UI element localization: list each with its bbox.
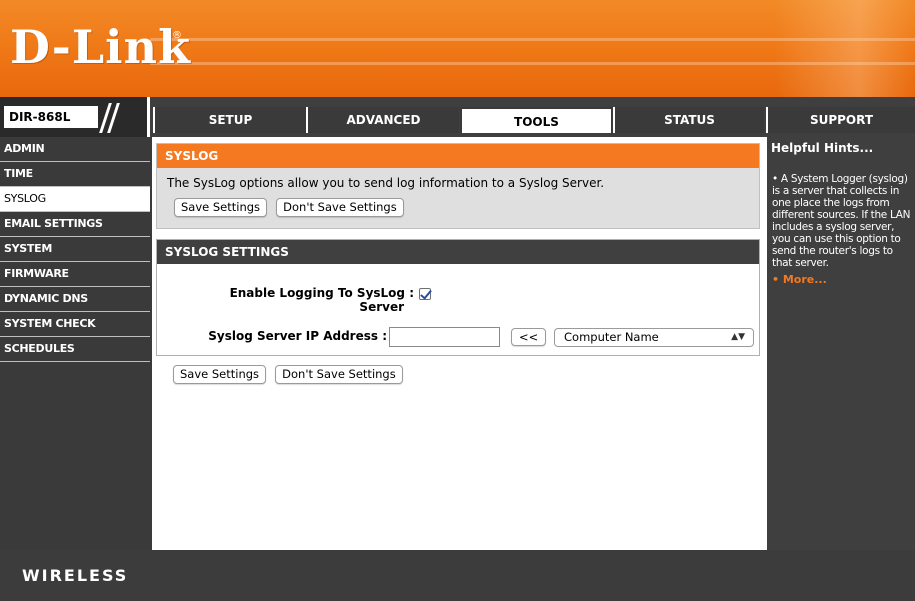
enable-logging-label: Enable Logging To SysLog : Server bbox=[177, 286, 414, 314]
syslog-ip-label: Syslog Server IP Address : bbox=[208, 329, 387, 343]
hints-more-link[interactable]: • More... bbox=[767, 269, 915, 286]
header-banner: D-Link ® bbox=[0, 0, 915, 97]
top-button-group: Save Settings Don't Save Settings bbox=[157, 196, 759, 217]
model-label: DIR-868L bbox=[4, 106, 98, 128]
model-box: DIR-868L bbox=[0, 97, 150, 137]
helpful-hints-panel: Helpful Hints... • A System Logger (sysl… bbox=[764, 137, 915, 550]
sidebar: ADMIN TIME SYSLOG EMAIL SETTINGS SYSTEM … bbox=[0, 137, 152, 550]
computer-name-select-value: Computer Name bbox=[564, 330, 659, 344]
select-arrows-icon: ▲▼ bbox=[731, 332, 745, 342]
tab-status[interactable]: STATUS bbox=[613, 107, 764, 133]
tab-advanced[interactable]: ADVANCED bbox=[306, 107, 459, 133]
computer-name-select[interactable]: Computer Name ▲▼ bbox=[554, 328, 754, 347]
syslog-description: The SysLog options allow you to send log… bbox=[167, 176, 605, 190]
enable-logging-label-line2: Server bbox=[359, 300, 404, 314]
sidebar-item-firmware[interactable]: FIRMWARE bbox=[0, 262, 150, 287]
enable-logging-label-line1: Enable Logging To SysLog : bbox=[229, 286, 414, 300]
syslog-title: SYSLOG bbox=[157, 144, 759, 168]
syslog-settings-title: SYSLOG SETTINGS bbox=[157, 240, 759, 264]
syslog-panel: SYSLOG The SysLog options allow you to s… bbox=[156, 143, 760, 229]
save-settings-button-bottom[interactable]: Save Settings bbox=[173, 365, 267, 384]
enable-logging-row: Enable Logging To SysLog : Server bbox=[157, 286, 761, 320]
bottom-button-group: Save Settings Don't Save Settings bbox=[173, 363, 407, 384]
syslog-ip-row: Syslog Server IP Address : << Computer N… bbox=[157, 326, 761, 350]
dlink-logo: D-Link bbox=[10, 20, 191, 74]
sidebar-item-system[interactable]: SYSTEM bbox=[0, 237, 150, 262]
sidebar-item-schedules[interactable]: SCHEDULES bbox=[0, 337, 150, 362]
main-content: SYSLOG The SysLog options allow you to s… bbox=[152, 137, 764, 550]
wireless-logo: WIRELESS bbox=[22, 566, 129, 585]
dont-save-settings-button-bottom[interactable]: Don't Save Settings bbox=[275, 365, 403, 384]
tab-support[interactable]: SUPPORT bbox=[766, 107, 915, 133]
sidebar-item-system-check[interactable]: SYSTEM CHECK bbox=[0, 312, 150, 337]
copy-ip-button[interactable]: << bbox=[511, 328, 547, 346]
save-settings-button[interactable]: Save Settings bbox=[174, 198, 268, 217]
helpful-hints-title: Helpful Hints... bbox=[771, 141, 874, 155]
registered-mark: ® bbox=[172, 30, 182, 41]
helpful-hints-text: • A System Logger (syslog) is a server t… bbox=[772, 173, 911, 269]
sidebar-item-syslog[interactable]: SYSLOG bbox=[0, 187, 150, 212]
sidebar-item-dynamic-dns[interactable]: DYNAMIC DNS bbox=[0, 287, 150, 312]
syslog-settings-panel: SYSLOG SETTINGS Enable Logging To SysLog… bbox=[156, 239, 760, 356]
top-nav: DIR-868L SETUP ADVANCED TOOLS STATUS SUP… bbox=[0, 97, 915, 137]
tab-setup[interactable]: SETUP bbox=[153, 107, 306, 133]
footer: WIRELESS bbox=[0, 550, 915, 601]
sidebar-item-time[interactable]: TIME bbox=[0, 162, 150, 187]
syslog-ip-input[interactable] bbox=[389, 327, 500, 347]
sidebar-item-email-settings[interactable]: EMAIL SETTINGS bbox=[0, 212, 150, 237]
enable-logging-checkbox[interactable] bbox=[419, 288, 431, 300]
header-glow bbox=[775, 0, 915, 97]
tab-tools[interactable]: TOOLS bbox=[460, 107, 613, 133]
sidebar-item-admin[interactable]: ADMIN bbox=[0, 137, 150, 162]
dont-save-settings-button[interactable]: Don't Save Settings bbox=[276, 198, 404, 217]
